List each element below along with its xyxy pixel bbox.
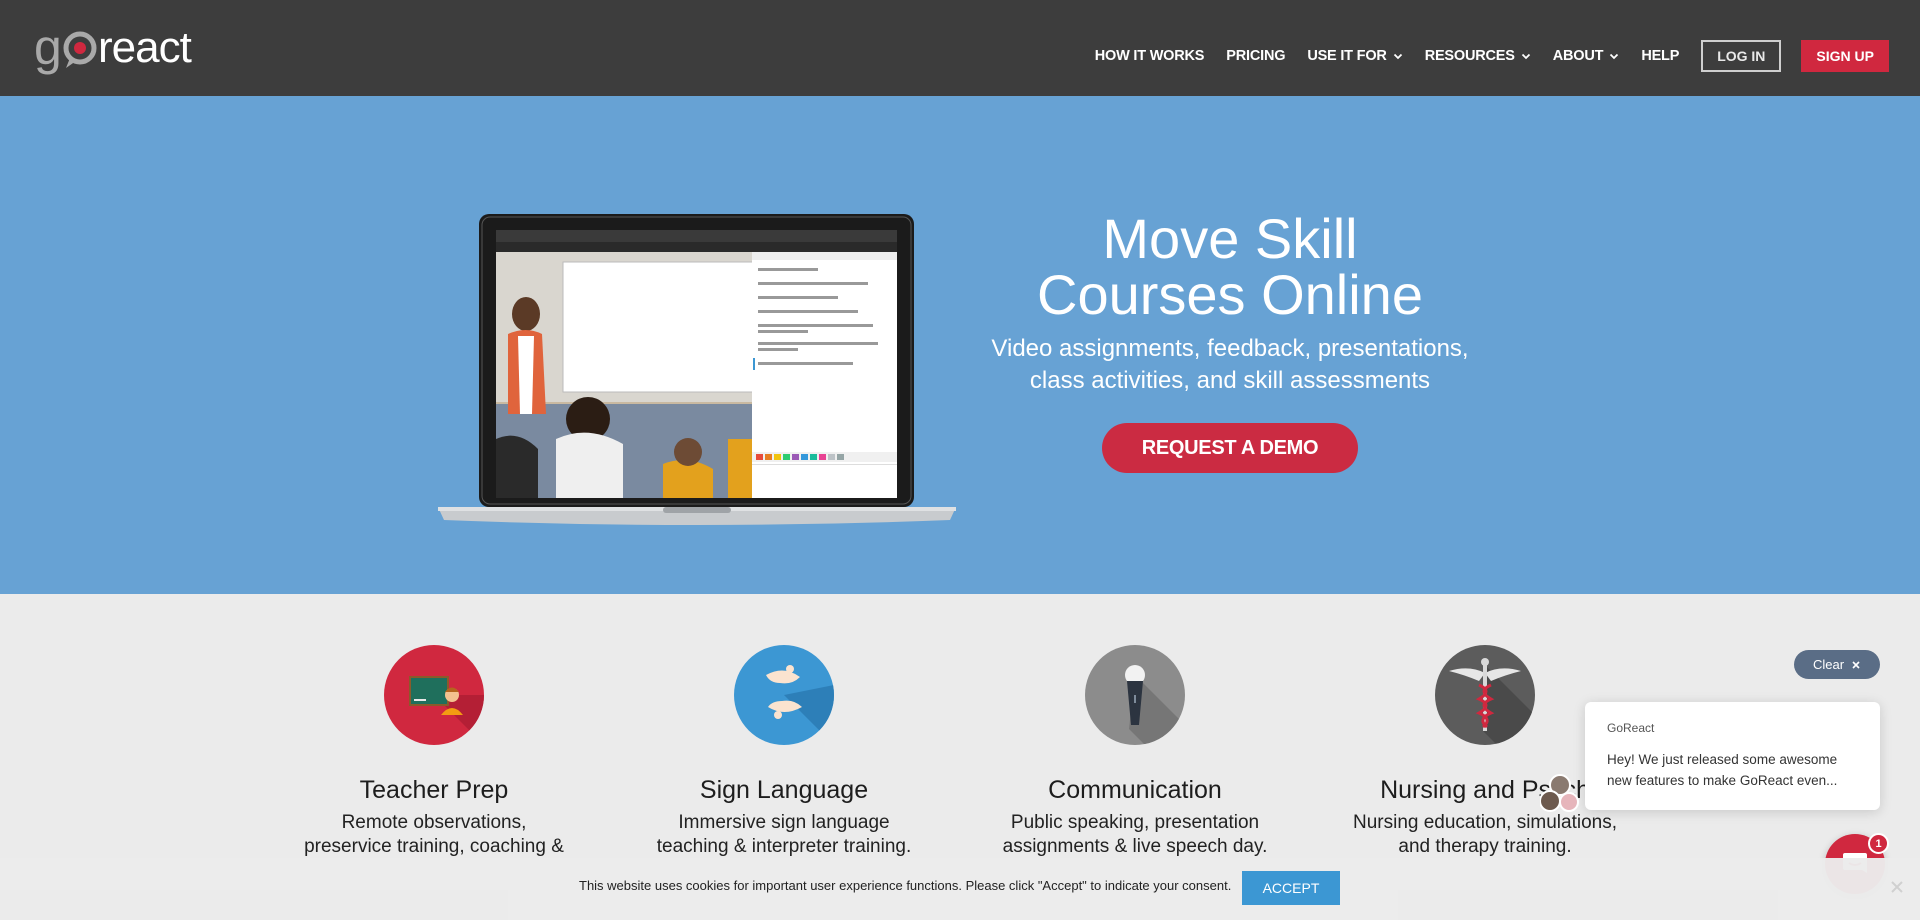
- feature-sign-language[interactable]: Sign Language Immersive sign language te…: [624, 645, 944, 859]
- feature-teacher-prep[interactable]: Teacher Prep Remote observations, preser…: [274, 645, 594, 859]
- feature-description-line: and therapy training.: [1398, 836, 1572, 857]
- feature-description-line: assignments & live speech day.: [1002, 836, 1268, 857]
- nav-resources[interactable]: RESOURCES: [1425, 48, 1531, 64]
- laptop-screenshot-image: [438, 214, 956, 525]
- site-header: g react HOW IT WORKS PRICING USE IT FOR …: [0, 0, 1920, 96]
- chat-message-line: Hey! We just released some awesome: [1607, 752, 1838, 767]
- feature-title: Teacher Prep: [359, 776, 509, 804]
- goreact-logo[interactable]: g react: [34, 20, 224, 76]
- nav-label: HELP: [1641, 48, 1680, 64]
- hero-title-line: Courses Online: [1037, 263, 1423, 326]
- hero-subtitle-line: Video assignments, feedback, presentatio…: [991, 335, 1469, 362]
- clear-chat-button[interactable]: Clear: [1794, 650, 1880, 679]
- hero-subtitle-line: class activities, and skill assessments: [1029, 367, 1431, 394]
- feature-description: Remote observations, preservice training…: [274, 811, 594, 859]
- svg-text:react: react: [98, 23, 192, 72]
- chat-sender: GoReact: [1607, 721, 1655, 735]
- feature-description: Public speaking, presentation assignment…: [975, 811, 1295, 859]
- unread-count-badge: 1: [1868, 833, 1889, 854]
- nav-label: HOW IT WORKS: [1094, 48, 1205, 64]
- chat-message-text: Hey! We just released some awesome new f…: [1607, 749, 1858, 791]
- feature-communication[interactable]: Communication Public speaking, presentat…: [975, 645, 1295, 859]
- chat-message-line: new features to make GoReact even...: [1607, 773, 1838, 788]
- nav-label: RESOURCES: [1424, 48, 1515, 64]
- nav-label: ABOUT: [1552, 48, 1604, 64]
- nav-use-it-for[interactable]: USE IT FOR: [1307, 48, 1402, 64]
- chevron-down-icon: [1521, 53, 1530, 60]
- cookie-consent-bar: This website uses cookies for important …: [0, 858, 1920, 920]
- signup-button[interactable]: SIGN UP: [1801, 40, 1889, 72]
- hero-subtitle: Video assignments, feedback, presentatio…: [960, 333, 1500, 397]
- chevron-down-icon: [1610, 53, 1619, 60]
- feature-description-line: Remote observations,: [341, 812, 527, 833]
- close-icon[interactable]: [1888, 878, 1906, 896]
- main-nav: HOW IT WORKS PRICING USE IT FOR RESOURCE…: [1073, 40, 1889, 72]
- chat-message-preview[interactable]: GoReact Hey! We just released some aweso…: [1585, 702, 1880, 810]
- nav-how-it-works[interactable]: HOW IT WORKS: [1095, 48, 1205, 64]
- feature-description: Immersive sign language teaching & inter…: [624, 811, 944, 859]
- nav-pricing[interactable]: PRICING: [1226, 48, 1285, 64]
- feature-title: Communication: [1048, 776, 1222, 804]
- feature-description-line: Public speaking, presentation: [1010, 812, 1260, 833]
- nav-label: USE IT FOR: [1307, 48, 1387, 64]
- feature-description: Nursing education, simulations, and ther…: [1325, 811, 1645, 859]
- svg-text:g: g: [34, 20, 62, 75]
- feature-description-line: preservice training, coaching &: [304, 836, 564, 857]
- login-button[interactable]: LOG IN: [1701, 40, 1782, 72]
- feature-title: Sign Language: [699, 776, 869, 804]
- hero-title: Move Skill Courses Online: [960, 211, 1500, 323]
- close-icon: [1852, 660, 1860, 669]
- feature-description-line: teaching & interpreter training.: [656, 836, 912, 857]
- clear-label: Clear: [1812, 657, 1845, 672]
- team-avatars-icon: [1540, 774, 1579, 812]
- nav-help[interactable]: HELP: [1641, 48, 1679, 64]
- caduceus-icon: [1435, 645, 1535, 745]
- hero-section: Move Skill Courses Online Video assignme…: [0, 96, 1920, 594]
- teacher-chalkboard-icon: [384, 645, 484, 745]
- accept-cookies-button[interactable]: ACCEPT: [1242, 871, 1340, 905]
- hero-title-line: Move Skill: [1102, 207, 1358, 270]
- microphone-icon: [1085, 645, 1185, 745]
- nav-label: PRICING: [1226, 48, 1286, 64]
- feature-description-line: Nursing education, simulations,: [1352, 812, 1618, 833]
- chevron-down-icon: [1393, 53, 1402, 60]
- feature-description-line: Immersive sign language: [678, 812, 890, 833]
- nav-about[interactable]: ABOUT: [1553, 48, 1620, 64]
- request-demo-button[interactable]: REQUEST A DEMO: [1102, 423, 1358, 473]
- cookie-message: This website uses cookies for important …: [579, 878, 1232, 893]
- sign-language-hands-icon: [734, 645, 834, 745]
